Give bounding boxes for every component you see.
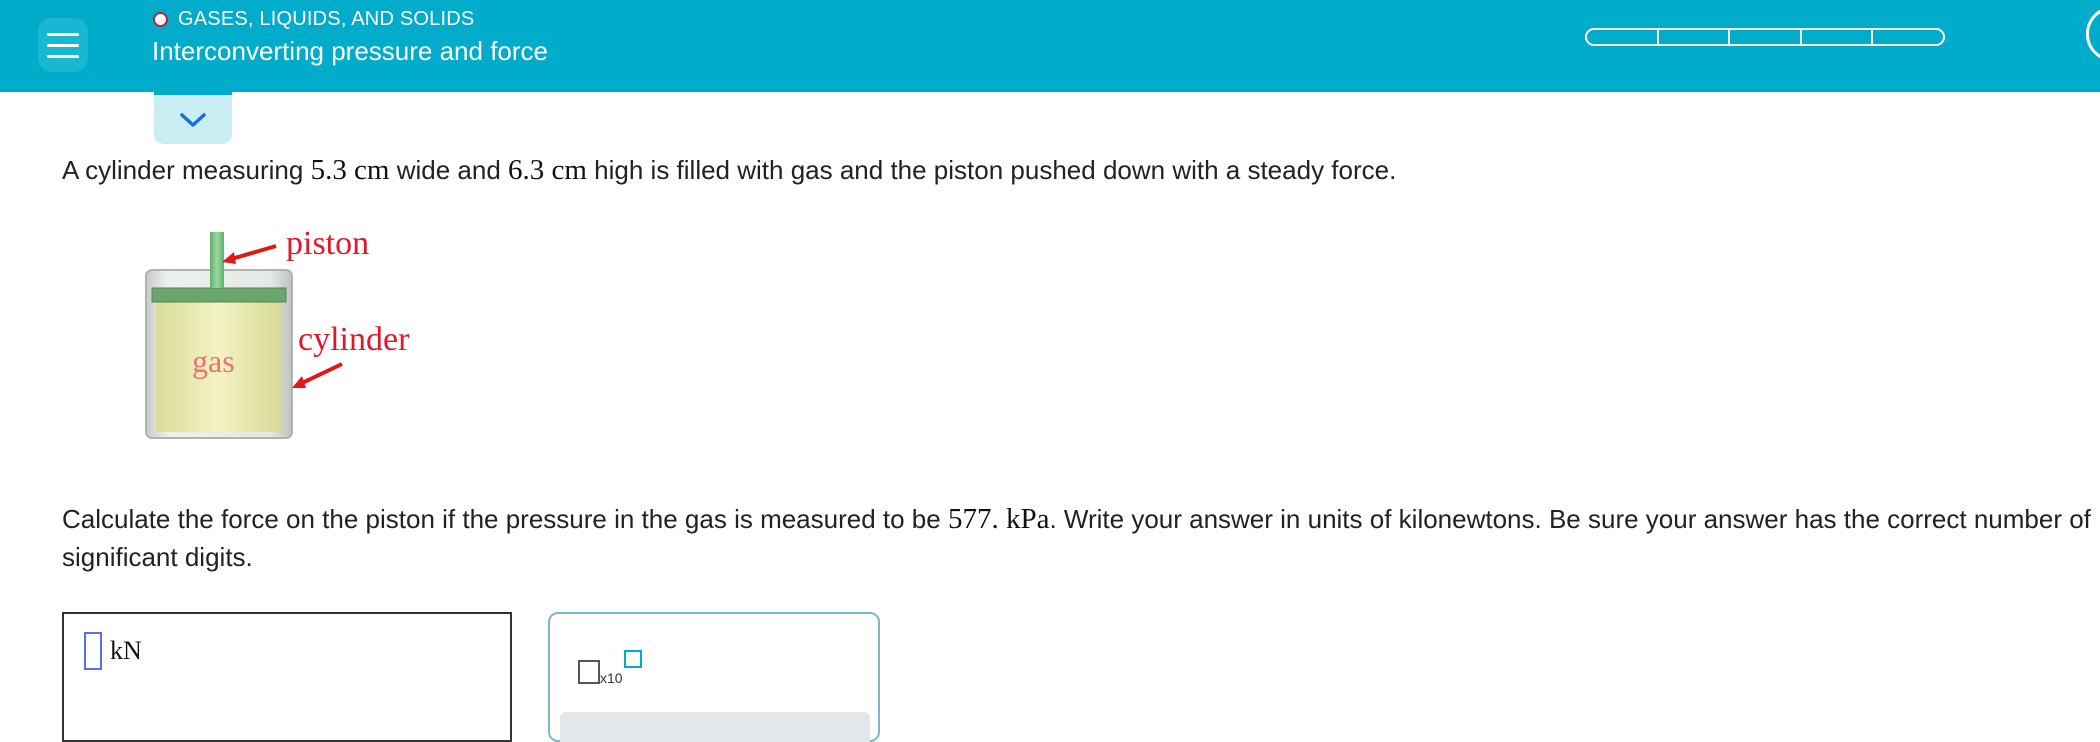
width-unit: cm [354,154,390,186]
tools-action-bar [560,712,870,742]
math-tools-panel: x10 [548,612,880,742]
question-text: wide and [389,155,509,185]
sci-x10-label: x10 [600,670,623,686]
cylinder-label: cylinder [298,321,410,358]
cylinder-arrow [299,362,343,386]
progress-segment [1659,30,1731,44]
answer-area: kN [62,612,512,742]
cylinder-diagram: piston cylinder gas [145,225,410,439]
pressure-unit: kPa [1005,503,1050,535]
menu-line [47,32,79,36]
scientific-notation-button[interactable]: x10 [578,642,642,686]
gas-label: gas [192,343,235,379]
piston-label: piston [286,225,369,262]
status-circle-icon [153,11,168,27]
question-text: A cylinder measuring [62,155,311,185]
question-text: high is filled with gas and the piston p… [586,155,1397,185]
progress-segment [1730,30,1802,44]
account-button[interactable] [2086,6,2100,62]
menu-button[interactable] [38,18,88,72]
sci-exponent-box-icon [624,650,642,668]
piston-plate [151,287,287,303]
question-intro: A cylinder measuring 5.3 cm wide and 6.3… [62,154,1396,187]
collapse-toggle-button[interactable] [154,92,232,144]
topic-row: GASES, LIQUIDS, AND SOLIDS [153,8,474,30]
height-value: 6.3 [508,154,545,186]
piston-arrow [227,244,277,262]
sci-base-box-icon [578,660,600,684]
progress-segment [1802,30,1874,44]
question-text: Calculate the force on the piston if the… [62,504,948,534]
piston-rod [210,232,224,288]
answer-input[interactable] [84,632,102,670]
question-task: Calculate the force on the piston if the… [62,500,2092,576]
answer-unit-label: kN [110,636,142,665]
progress-segment [1587,30,1659,44]
width-value: 5.3 [310,154,347,186]
topic-label: GASES, LIQUIDS, AND SOLIDS [178,7,475,30]
progress-bar [1585,28,1945,46]
top-header: GASES, LIQUIDS, AND SOLIDS Interconverti… [0,0,2100,92]
chevron-down-icon [180,112,206,127]
page-title: Interconverting pressure and force [152,36,548,66]
menu-line [47,54,79,58]
pressure-value: 577. [947,503,999,535]
progress-segment [1873,30,1943,44]
menu-line [47,43,79,47]
height-unit: cm [551,154,587,186]
